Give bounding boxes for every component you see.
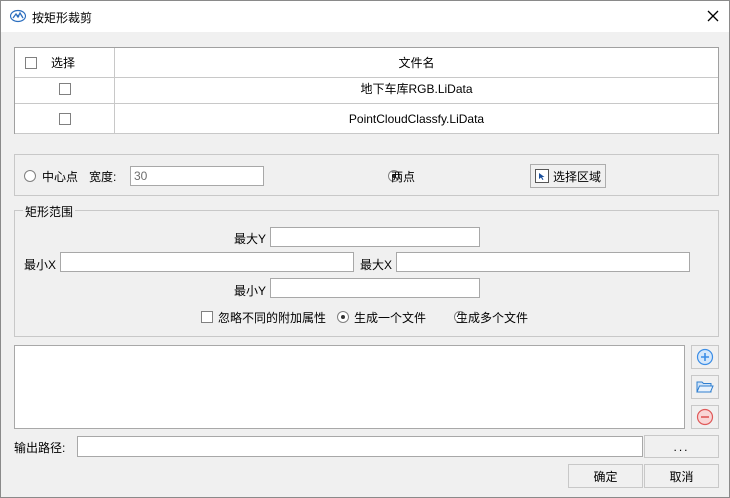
add-circle-icon	[696, 348, 714, 366]
select-column-header: 选择	[51, 56, 76, 70]
ok-label: 确定	[593, 469, 618, 484]
row-filename: 地下车库RGB.LiData	[360, 82, 473, 96]
ignore-attrs-label: 忽略不同的附加属性	[218, 311, 327, 325]
min-x-label: 最小X	[24, 258, 57, 272]
width-input[interactable]: 30	[130, 166, 264, 186]
dialog-title: 按矩形裁剪	[32, 11, 93, 25]
open-folder-button[interactable]	[691, 375, 719, 399]
cancel-label: 取消	[669, 469, 694, 484]
row-checkbox[interactable]	[58, 82, 71, 95]
min-x-input[interactable]	[60, 252, 354, 272]
row-select-cell	[15, 104, 115, 133]
file-listbox[interactable]	[14, 345, 685, 429]
select-area-button[interactable]: 选择区域	[530, 164, 606, 188]
select-cursor-icon	[534, 169, 549, 183]
max-x-input[interactable]	[396, 252, 690, 272]
select-area-label: 选择区域	[552, 169, 601, 184]
ok-button[interactable]: 确定	[568, 464, 643, 488]
rect-range-legend: 矩形范围	[23, 203, 76, 220]
one-file-label: 生成一个文件	[354, 311, 427, 325]
min-y-input[interactable]	[270, 278, 480, 298]
crop-by-rectangle-dialog: 按矩形裁剪 选择 文件名 地下车库RGB.LiData PointCloudCl…	[0, 0, 730, 498]
output-path-label: 输出路径:	[14, 441, 66, 455]
max-y-label: 最大Y	[234, 232, 267, 246]
select-all-checkbox[interactable]	[25, 56, 37, 69]
remove-circle-icon	[696, 408, 714, 426]
cancel-button[interactable]: 取消	[644, 464, 719, 488]
app-logo-icon	[10, 9, 26, 23]
multi-files-label: 生成多个文件	[456, 311, 529, 325]
grid-header-select-cell: 选择	[15, 48, 115, 77]
browse-label: ...	[673, 439, 690, 454]
ignore-attrs-checkbox[interactable]	[201, 311, 213, 323]
browse-button[interactable]: ...	[644, 435, 719, 458]
row-select-cell	[15, 74, 115, 103]
two-points-label: 两点	[391, 170, 416, 184]
title-bar: 按矩形裁剪	[1, 1, 729, 32]
rect-range-group: 矩形范围 最大Y 最小X 最大X 最小Y 忽略不同的附加属性 生成一个文件 生成…	[14, 203, 719, 337]
width-label: 宽度:	[89, 170, 117, 184]
folder-open-icon	[696, 381, 714, 393]
center-point-label: 中心点	[42, 170, 79, 184]
close-icon	[707, 10, 719, 22]
one-file-radio[interactable]	[337, 311, 349, 323]
table-row[interactable]: PointCloudClassfy.LiData	[15, 104, 718, 134]
row-filename-cell: PointCloudClassfy.LiData	[115, 104, 718, 133]
max-x-label: 最大X	[360, 258, 393, 272]
close-button[interactable]	[701, 5, 725, 27]
add-file-button[interactable]	[691, 345, 719, 369]
center-point-radio[interactable]	[24, 170, 36, 182]
output-path-input[interactable]	[77, 436, 643, 457]
filename-column-header: 文件名	[115, 48, 718, 77]
remove-file-button[interactable]	[691, 405, 719, 429]
row-checkbox[interactable]	[58, 112, 71, 125]
row-filename-cell: 地下车库RGB.LiData	[115, 74, 718, 103]
mode-group: 中心点 宽度: 30 两点 选择区域	[14, 154, 719, 196]
row-filename: PointCloudClassfy.LiData	[348, 111, 485, 126]
filename-column-header-label: 文件名	[398, 56, 435, 70]
table-row[interactable]: 地下车库RGB.LiData	[15, 74, 718, 104]
file-grid: 选择 文件名 地下车库RGB.LiData PointCloudClassfy.…	[14, 47, 719, 134]
min-y-label: 最小Y	[234, 284, 267, 298]
max-y-input[interactable]	[270, 227, 480, 247]
